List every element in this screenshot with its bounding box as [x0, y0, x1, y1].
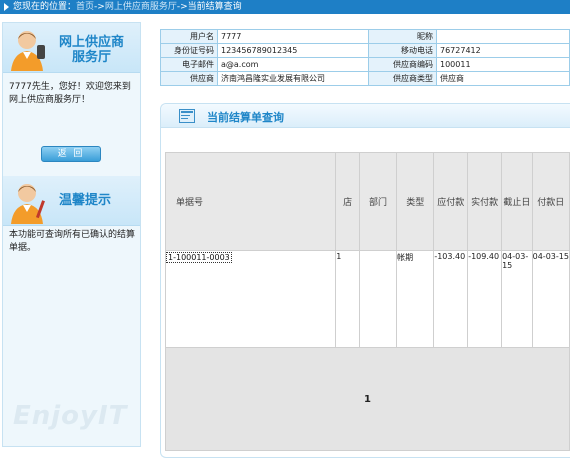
bill-no-cell: 1-100011-0003: [164, 250, 337, 348]
tips-title: 温馨提示: [59, 193, 112, 208]
column-header-cutoff-date: 截止日: [501, 152, 533, 251]
table-header-row: 单据号 店 部门 类型 应付款 实付款 截止日 付款日: [164, 152, 570, 251]
supplier-value: 济南鸿昌隆实业发展有限公司: [217, 71, 369, 86]
email-label: 电子邮件: [160, 57, 218, 72]
supplier-type-value: 供应商: [436, 71, 570, 86]
nickname-value: [436, 29, 570, 44]
tips-avatar-icon: [11, 184, 45, 224]
pagination-row: 1: [165, 347, 570, 451]
tips-header: 温馨提示: [3, 176, 140, 226]
username-value: 7777: [217, 29, 369, 44]
supplier-type-label: 供应商类型: [368, 71, 437, 86]
breadcrumb-bar: 您现在的位置：首页->网上供应商服务厅->当前结算查询: [0, 0, 570, 14]
email-value: a@a.com: [217, 57, 369, 72]
section-header: 当前结算单查询: [161, 104, 570, 128]
breadcrumb-separator: ->: [176, 2, 188, 12]
store-cell: 1: [335, 250, 360, 348]
breadcrumb-separator: ->: [94, 2, 105, 12]
page-number-link[interactable]: 1: [364, 394, 371, 405]
payable-cell: -103.40: [433, 250, 469, 348]
username-label: 用户名: [160, 29, 218, 44]
service-hall-title-line2: 服务厅: [72, 50, 112, 65]
service-hall-title-line1: 网上供应商: [59, 35, 125, 50]
table-row: 1-100011-0003 1 帐期 -103.40 -109.40 04-03…: [164, 250, 570, 348]
pagination-cell: 1: [165, 347, 570, 451]
supplier-code-value: 100011: [436, 57, 570, 72]
section-title: 当前结算单查询: [207, 111, 284, 124]
return-button[interactable]: 返 回: [41, 146, 101, 162]
breadcrumb-service-hall-link[interactable]: 网上供应商服务厅: [105, 2, 177, 12]
department-cell: [358, 250, 398, 348]
tips-text: 本功能可查询所有已确认的结算单据。: [9, 230, 136, 253]
type-cell: 帐期: [396, 250, 435, 348]
breadcrumb-current: 当前结算查询: [187, 2, 242, 12]
service-hall-title: 网上供应商 服务厅: [59, 35, 124, 65]
document-icon: [179, 109, 195, 123]
column-header-type: 类型: [396, 152, 435, 251]
user-info-table: 用户名 7777 昵称 身份证号码 123456789012345 移动电话 7…: [160, 29, 570, 86]
column-header-department: 部门: [358, 152, 398, 251]
settlement-table: 单据号 店 部门 类型 应付款 实付款 截止日 付款日 1-100011-000…: [164, 152, 570, 451]
supplier-label: 供应商: [160, 71, 218, 86]
column-header-bill-no: 单据号: [164, 152, 337, 251]
user-avatar-icon: [11, 31, 45, 71]
nickname-label: 昵称: [368, 29, 437, 44]
id-number-value: 123456789012345: [217, 43, 369, 58]
cutoff-date-cell: 04-03-15: [501, 250, 533, 348]
arrow-icon: [4, 2, 9, 11]
bill-no-link[interactable]: 1-100011-0003: [166, 252, 232, 263]
column-header-store: 店: [335, 152, 360, 251]
service-hall-header: 网上供应商 服务厅: [3, 23, 140, 73]
column-header-paid: 实付款: [467, 152, 503, 251]
payment-date-cell: 04-03-15: [531, 250, 570, 348]
breadcrumb-home-link[interactable]: 首页: [76, 2, 94, 12]
breadcrumb-prefix: 您现在的位置：: [13, 2, 77, 12]
paid-cell: -109.40: [467, 250, 503, 348]
welcome-text: 7777先生，您好！欢迎您来到网上供应商服务厅！: [9, 82, 131, 105]
watermark: EnjoyIT: [13, 401, 128, 431]
id-number-label: 身份证号码: [160, 43, 218, 58]
mobile-value: 76727412: [436, 43, 570, 58]
column-header-payable: 应付款: [433, 152, 469, 251]
supplier-code-label: 供应商编码: [368, 57, 437, 72]
mobile-label: 移动电话: [368, 43, 437, 58]
sidebar: 网上供应商 服务厅 7777先生，您好！欢迎您来到网上供应商服务厅！ 返 回 温…: [2, 22, 141, 447]
column-header-payment-date: 付款日: [531, 152, 570, 251]
